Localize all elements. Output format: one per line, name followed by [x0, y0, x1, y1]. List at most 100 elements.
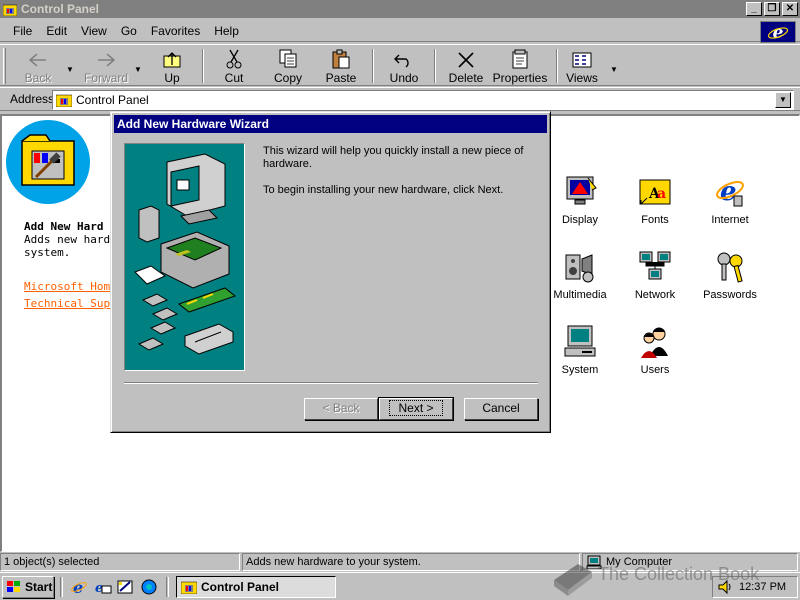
passwords-label: Passwords: [703, 289, 757, 301]
up-label: Up: [164, 71, 180, 85]
users-icon: [641, 327, 668, 358]
quicklaunch-separator: [60, 577, 63, 597]
menu-edit[interactable]: Edit: [39, 22, 74, 40]
delete-button[interactable]: Delete: [446, 47, 486, 85]
display-applet[interactable]: Display: [544, 174, 616, 226]
views-grid-icon: [572, 52, 592, 68]
window-titlebar[interactable]: Control Panel _ ❐ ✕: [0, 0, 800, 18]
toolbar-grip[interactable]: [3, 48, 6, 84]
standard-toolbar: Back ▼ Forward ▼ Up Cut Copy Paste Undo …: [0, 44, 800, 86]
system-applet[interactable]: System: [544, 324, 616, 376]
passwords-applet[interactable]: Passwords: [694, 249, 766, 301]
svg-text:e: e: [73, 578, 83, 596]
menu-view[interactable]: View: [74, 22, 114, 40]
menu-file-label: File: [13, 23, 33, 38]
next-button[interactable]: Next >: [378, 397, 454, 421]
cut-button[interactable]: Cut: [214, 47, 254, 85]
minimize-button[interactable]: _: [746, 2, 762, 16]
multimedia-icon: [565, 254, 594, 283]
fonts-label: Fonts: [641, 214, 669, 226]
status-description: Adds new hardware to your system.: [242, 553, 580, 571]
forward-dropdown-icon[interactable]: ▼: [134, 65, 142, 74]
address-label: Address: [10, 92, 55, 106]
paste-label: Paste: [325, 71, 357, 85]
book-logo-icon: [554, 564, 592, 596]
info-pane: Add New Hard Adds new hardw system.: [24, 220, 124, 259]
menu-help[interactable]: Help: [207, 22, 246, 40]
dialog-separator: [124, 382, 538, 384]
toolbar-separator: [434, 49, 436, 83]
restore-button[interactable]: ❐: [764, 2, 780, 16]
network-icon: [639, 251, 671, 280]
up-button[interactable]: Up: [152, 47, 192, 85]
menu-favorites-label: Favorites: [150, 23, 201, 38]
menu-go[interactable]: Go: [114, 22, 144, 40]
back-button[interactable]: Back: [18, 47, 58, 85]
internet-applet[interactable]: e Internet: [694, 174, 766, 226]
next-button-label: Next >: [389, 400, 443, 416]
outlook-express-icon[interactable]: e: [94, 578, 112, 596]
toolbar-separator: [556, 49, 558, 83]
show-desktop-icon[interactable]: [116, 578, 134, 596]
forward-button[interactable]: Forward: [80, 47, 132, 85]
menu-file[interactable]: File: [6, 22, 39, 40]
ie-quicklaunch-icon[interactable]: e: [70, 578, 88, 596]
forward-label: Forward: [83, 71, 128, 85]
menu-bar: File Edit View Go Favorites Help: [0, 20, 800, 42]
system-computer-icon: [564, 325, 596, 357]
undo-label: Undo: [389, 71, 419, 85]
scissors-icon: [226, 49, 242, 69]
menu-favorites[interactable]: Favorites: [144, 22, 207, 40]
wizard-instruction-text: To begin installing your new hardware, c…: [263, 184, 504, 196]
svg-text:a: a: [657, 186, 666, 202]
back-button-dialog[interactable]: < Back: [304, 398, 378, 420]
address-value: Control Panel: [76, 93, 149, 107]
ie-throbber-icon: e: [760, 21, 796, 43]
add-hardware-large-icon: [6, 120, 90, 204]
start-label: Start: [25, 580, 53, 594]
undo-icon: [394, 54, 409, 68]
microsoft-home-link[interactable]: Microsoft Home: [24, 280, 117, 293]
menu-go-label: Go: [120, 23, 137, 38]
users-applet[interactable]: Users: [619, 324, 691, 376]
up-folder-icon: [163, 52, 181, 68]
views-dropdown-icon[interactable]: ▼: [610, 65, 618, 74]
window-title: Control Panel: [21, 2, 100, 16]
address-dropdown-icon[interactable]: ▼: [775, 92, 791, 108]
taskbar-button-control-panel[interactable]: Control Panel: [176, 576, 336, 598]
close-button[interactable]: ✕: [782, 2, 798, 16]
users-label: Users: [640, 364, 670, 376]
multimedia-label: Multimedia: [553, 289, 607, 301]
undo-button[interactable]: Undo: [384, 47, 424, 85]
copy-button[interactable]: Copy: [268, 47, 308, 85]
back-dropdown-icon[interactable]: ▼: [66, 65, 74, 74]
toolbar-separator: [202, 49, 204, 83]
wizard-illustration: [124, 143, 245, 371]
technical-support-link[interactable]: Technical Suppo: [24, 297, 123, 310]
properties-icon: [512, 49, 528, 69]
system-label: System: [561, 364, 599, 376]
control-panel-folder-icon: [3, 4, 17, 16]
address-input[interactable]: Control Panel ▼: [52, 90, 794, 110]
multimedia-applet[interactable]: Multimedia: [544, 249, 616, 301]
cancel-button[interactable]: Cancel: [464, 398, 538, 420]
network-label: Network: [634, 289, 676, 301]
views-label: Views: [566, 71, 598, 85]
dialog-titlebar[interactable]: Add New Hardware Wizard: [114, 115, 547, 133]
windows-logo-icon: [7, 581, 20, 592]
copy-label: Copy: [273, 71, 302, 85]
hardware-illustration-icon: [134, 153, 237, 355]
status-selection: 1 object(s) selected: [0, 553, 240, 571]
internet-label: Internet: [711, 214, 749, 226]
views-button[interactable]: Views: [564, 47, 600, 85]
fonts-icon: A a: [639, 179, 671, 205]
paste-button[interactable]: Paste: [321, 47, 361, 85]
properties-label: Properties: [492, 71, 548, 85]
network-applet[interactable]: Network: [619, 249, 691, 301]
channels-icon[interactable]: [140, 578, 158, 596]
start-button[interactable]: Start: [2, 576, 54, 598]
properties-button[interactable]: Properties: [492, 47, 548, 85]
fonts-applet[interactable]: A a Fonts: [619, 174, 691, 226]
delete-x-icon: [458, 52, 474, 68]
back-label: Back: [24, 71, 52, 85]
